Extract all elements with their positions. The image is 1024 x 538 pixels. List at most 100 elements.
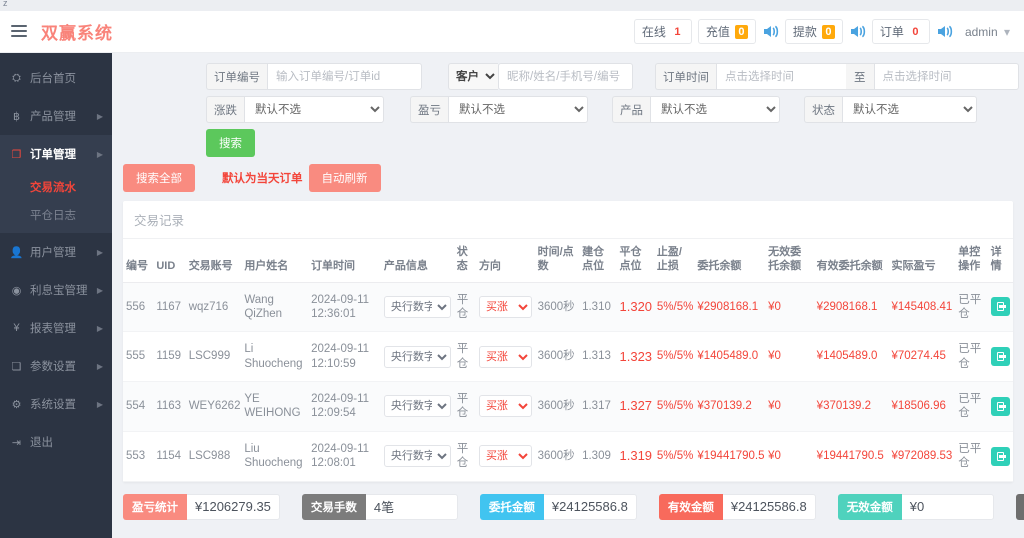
sidebar-item-orders[interactable]: ❐ 订单管理 ▶ xyxy=(0,135,112,173)
cell-valid-entrust: ¥19441790.5 xyxy=(813,431,889,482)
summary-tag: 无效金额 xyxy=(837,493,902,520)
default-today-note: 默认为当天订单 xyxy=(222,173,303,185)
card-title: 交易记录 xyxy=(123,201,1013,239)
auto-refresh-button[interactable]: 自动刷新 xyxy=(308,164,381,192)
sidebar-item-transaction-flow[interactable]: 交易流水 xyxy=(0,173,112,201)
cell-actual-pl: ¥70274.45 xyxy=(888,331,956,382)
cell-direction: 买涨 xyxy=(475,331,535,382)
cell-duration: 3600秒 xyxy=(534,331,580,382)
table-row: 556 1167 wqz716 Wang QiZhen 2024-09-11 1… xyxy=(123,282,1013,333)
cell-duration: 3600秒 xyxy=(534,431,580,482)
detail-icon[interactable] xyxy=(990,396,1010,416)
browser-strip: z xyxy=(0,0,1024,11)
col-valid-entrust: 有效委托余额 xyxy=(813,239,889,283)
table-row: 554 1163 WEY6262 YE WEIHONG 2024-09-11 1… xyxy=(123,381,1013,432)
main-content: 订单编号 客户 订单时间 至 xyxy=(112,53,1024,538)
summary-invalid-stat: 无效金额 ¥0 xyxy=(837,493,994,520)
product-cell-select[interactable]: 央行数字 xyxy=(383,445,451,468)
top-header: 双赢系统 在线 1 充值 0 提款 0 订单 0 admin ▾ xyxy=(0,11,1024,53)
status-badge-withdraw[interactable]: 提款 0 xyxy=(784,19,843,44)
cell-invalid-entrust: ¥0 xyxy=(765,381,814,432)
sidebar-item-products[interactable]: ฿ 产品管理 ▶ xyxy=(0,97,112,135)
updown-select[interactable]: 默认不选 xyxy=(244,96,384,123)
sidebar-item-users[interactable]: 👤 用户管理 ▶ xyxy=(0,233,112,271)
product-cell-select[interactable]: 央行数字 xyxy=(383,345,451,368)
cell-valid-entrust: ¥1405489.0 xyxy=(813,331,889,382)
cell-control: 已平仓 xyxy=(955,282,988,333)
status-badge-online[interactable]: 在线 1 xyxy=(633,19,692,44)
profit-select[interactable]: 默认不选 xyxy=(448,96,588,123)
search-all-button[interactable]: 搜索全部 xyxy=(123,164,195,192)
cell-name: Li Shuocheng xyxy=(241,331,309,382)
sidebar-item-close-log[interactable]: 平仓日志 xyxy=(0,201,112,229)
action-row: 搜索全部 默认为当天订单 自动刷新 xyxy=(123,164,1013,192)
direction-cell-select[interactable]: 买涨 xyxy=(478,295,532,318)
speaker-icon[interactable] xyxy=(849,24,866,39)
sidebar-item-reports[interactable]: ¥ 报表管理 ▶ xyxy=(0,309,112,347)
table-row: 553 1154 LSC988 Liu Shuocheng 2024-09-11… xyxy=(123,431,1013,482)
col-actual-pl: 实际盈亏 xyxy=(888,239,956,283)
detail-icon[interactable] xyxy=(990,347,1010,367)
product-cell-select[interactable]: 央行数字 xyxy=(383,395,451,418)
summary-profit-stat: 盈亏统计 ¥1206279.35 xyxy=(123,493,280,520)
detail-icon[interactable] xyxy=(990,297,1010,317)
summary-tag: 手续费 xyxy=(1015,493,1024,520)
status-badge-deposit[interactable]: 充值 0 xyxy=(697,19,756,44)
cell-actual-pl: ¥18506.96 xyxy=(888,381,956,432)
product-select[interactable]: 默认不选 xyxy=(650,96,780,123)
sidebar-item-dashboard[interactable]: ⛭ 后台首页 xyxy=(0,59,112,97)
direction-cell-select[interactable]: 买涨 xyxy=(478,445,532,468)
cell-product: 央行数字 xyxy=(380,431,454,482)
cell-open-point: 1.317 xyxy=(579,381,617,432)
col-uid: UID xyxy=(153,239,186,283)
speaker-icon[interactable] xyxy=(936,24,953,39)
sidebar-item-parameters[interactable]: ❏ 参数设置 ▶ xyxy=(0,347,112,385)
cell-control: 已平仓 xyxy=(955,331,988,382)
product-label: 产品 xyxy=(612,96,650,123)
product-cell-select[interactable]: 央行数字 xyxy=(383,295,451,318)
sidebar-item-label: 用户管理 xyxy=(30,247,76,259)
user-icon: 👤 xyxy=(9,246,24,259)
app-window: z 双赢系统 在线 1 充值 0 提款 0 订单 0 admin ▾ ⛭ 后台首… xyxy=(0,0,1024,538)
transaction-table: 编号 UID 交易账号 用户姓名 订单时间 产品信息 状态 方向 时间/点数 建… xyxy=(123,239,1013,482)
copy-icon: ❏ xyxy=(11,360,22,373)
order-time-start-input[interactable] xyxy=(716,63,846,90)
sidebar-item-logout[interactable]: ⇥ 退出 xyxy=(0,423,112,461)
sidebar-item-interest-treasure[interactable]: ◉ 利息宝管理 ▶ xyxy=(0,271,112,309)
customer-search-input[interactable] xyxy=(498,63,633,90)
hamburger-icon[interactable] xyxy=(11,25,27,38)
direction-cell-select[interactable]: 买涨 xyxy=(478,395,532,418)
cell-status: 平仓 xyxy=(453,431,476,482)
status-select[interactable]: 默认不选 xyxy=(842,96,977,123)
order-time-end-input[interactable] xyxy=(873,63,1019,90)
user-menu[interactable]: admin ▾ xyxy=(959,21,1016,43)
sidebar-item-system-settings[interactable]: ⚙ 系统设置 ▶ xyxy=(0,385,112,423)
order-no-input[interactable] xyxy=(267,63,422,90)
col-name: 用户姓名 xyxy=(241,239,309,283)
updown-label: 涨跌 xyxy=(206,96,244,123)
summary-entrust-stat: 委托金额 ¥24125586.8 xyxy=(479,493,637,520)
direction-cell-select[interactable]: 买涨 xyxy=(478,345,532,368)
status-badge-orders[interactable]: 订单 0 xyxy=(871,19,930,44)
detail-icon[interactable] xyxy=(990,446,1010,466)
cell-entrust: ¥370139.2 xyxy=(694,381,766,432)
summary-valid-stat: 有效金额 ¥24125586.8 xyxy=(658,493,816,520)
stat-label: 在线 xyxy=(641,25,666,39)
cell-actual-pl: ¥145408.41 xyxy=(888,282,956,333)
col-control: 单控操作 xyxy=(955,239,988,283)
search-button[interactable]: 搜索 xyxy=(206,129,255,157)
cell-close-point: 1.327 xyxy=(616,381,654,432)
orders-icon: ❐ xyxy=(11,148,22,161)
col-no: 编号 xyxy=(123,239,154,283)
status-filter: 状态 默认不选 xyxy=(804,96,977,123)
speaker-icon[interactable] xyxy=(762,24,779,39)
summary-value: ¥0 xyxy=(901,493,994,520)
stat-value: 0 xyxy=(734,24,748,39)
stat-value: 1 xyxy=(674,25,681,38)
cell-direction: 买涨 xyxy=(475,381,535,432)
cell-status: 平仓 xyxy=(453,381,476,432)
search-row: 搜索 xyxy=(123,129,1013,157)
customer-type-select[interactable]: 客户 xyxy=(448,63,498,90)
cell-entrust: ¥2908168.1 xyxy=(694,282,766,333)
cell-product: 央行数字 xyxy=(380,381,454,432)
